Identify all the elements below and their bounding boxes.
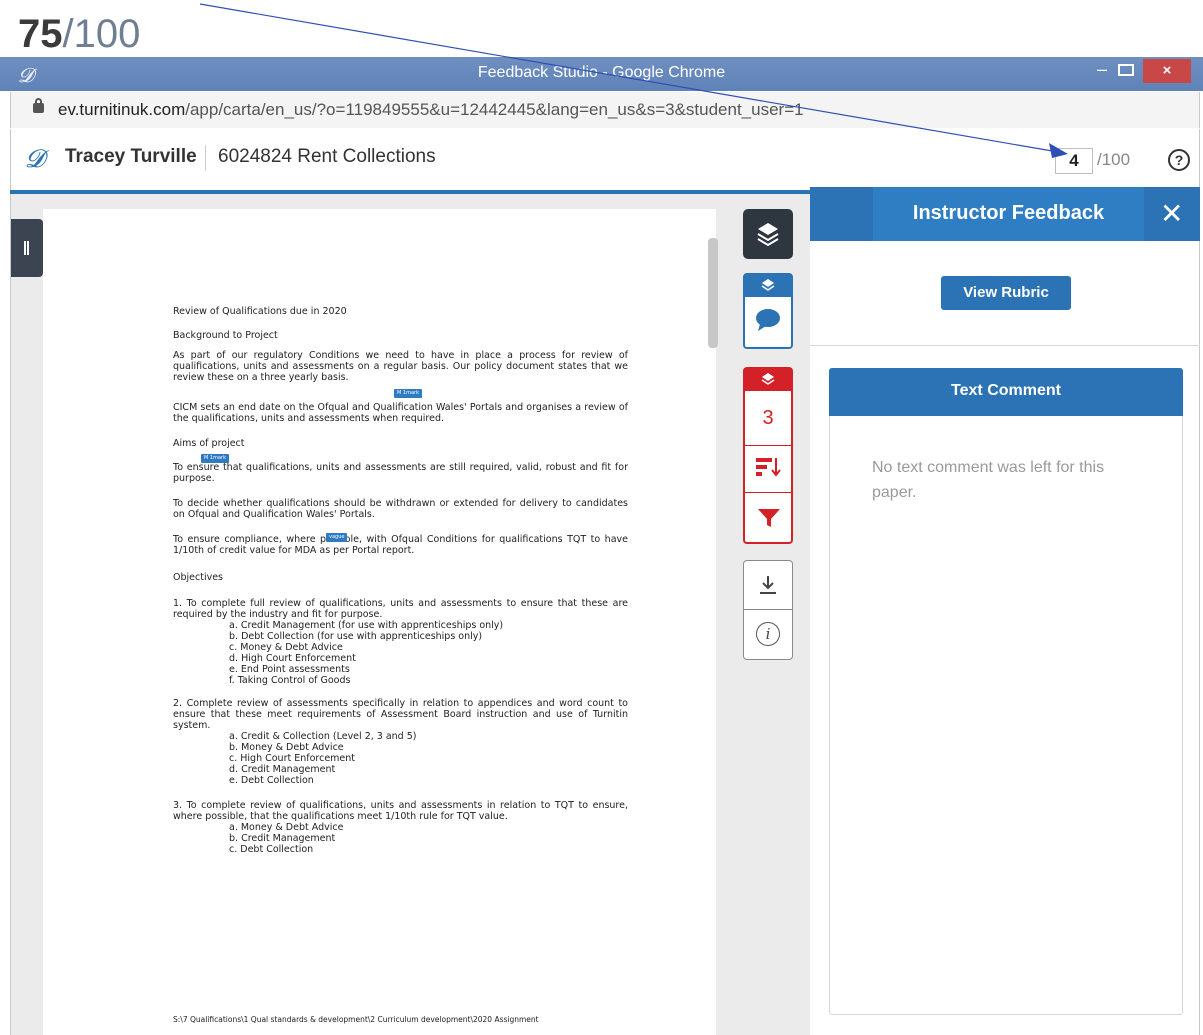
view-rubric-button[interactable]: View Rubric [941, 276, 1071, 310]
doc-sublist-item: b. Credit Management [229, 833, 336, 844]
doc-sublist-item: c. High Court Enforcement [229, 753, 356, 764]
quickmark-tag[interactable]: M 1mark [394, 389, 422, 398]
doc-paragraph: To ensure compliance, where possible, wi… [173, 534, 628, 556]
doc-sublist-item: d. High Court Enforcement [229, 653, 356, 664]
maximize-button[interactable] [1118, 64, 1134, 76]
quickmark-tag[interactable]: vague [326, 533, 348, 542]
similarity-layer-header[interactable] [745, 369, 791, 391]
doc-sublist-item: a. Money & Debt Advice [229, 822, 344, 833]
doc-sublist-item: e. End Point assessments [229, 664, 350, 675]
comment-icon[interactable] [755, 307, 781, 333]
layers-icon [757, 223, 779, 247]
filter-icon[interactable] [756, 505, 782, 531]
doc-sublist-item: b. Money & Debt Advice [229, 742, 344, 753]
download-icon[interactable] [756, 573, 780, 597]
minimize-button[interactable]: – [1092, 60, 1112, 82]
doc-heading-background: Background to Project [173, 330, 278, 341]
doc-list-item: 2. Complete review of assessments specif… [173, 698, 628, 731]
doc-sublist-item: c. Debt Collection [229, 844, 314, 855]
doc-sublist-item: e. Debt Collection [229, 775, 314, 786]
doc-heading-objectives: Objectives [173, 572, 223, 583]
doc-list-item: 3. To complete review of qualifications,… [173, 800, 628, 822]
doc-paragraph: As part of our regulatory Conditions we … [173, 350, 628, 383]
doc-heading-aims: Aims of project [173, 438, 245, 449]
close-icon[interactable]: ✕ [1160, 200, 1183, 228]
panel-divider [810, 345, 1200, 346]
doc-footer-path: S:\7 Qualifications\1 Qual standards & d… [173, 1015, 539, 1024]
text-comment-title: Text Comment [951, 382, 1061, 399]
similarity-layer-group[interactable] [743, 367, 793, 544]
score-annotation: 75/100 [18, 12, 141, 56]
sort-icon[interactable] [755, 454, 781, 480]
doc-paragraph: To decide whether qualifications should … [173, 498, 628, 520]
side-panel-toggle[interactable] [11, 219, 43, 277]
grade-max: /100 [1097, 150, 1131, 169]
document-page: Review of Qualifications due in 2020 Bac… [43, 209, 716, 1035]
feedback-panel-title: Instructor Feedback [912, 202, 1105, 224]
doc-list-item: 1. To complete full review of qualificat… [173, 598, 628, 620]
doc-title: Review of Qualifications due in 2020 [173, 306, 347, 317]
doc-paragraph: To ensure that qualifications, units and… [173, 462, 628, 484]
layers-button[interactable] [743, 209, 793, 259]
document-scrollbar[interactable] [708, 238, 718, 348]
window-close-button[interactable]: × [1143, 59, 1191, 83]
student-name: Tracey Turville [65, 146, 197, 167]
doc-sublist-item: d. Credit Management [229, 764, 336, 775]
text-comment-empty-message: No text comment was left for this paper. [872, 459, 1105, 501]
layers-icon [761, 373, 775, 385]
doc-paragraph: CICM sets an end date on the Ofqual and … [173, 402, 628, 424]
doc-sublist-item: a. Credit Management (for use with appre… [229, 620, 504, 631]
doc-sublist-item: a. Credit & Collection (Level 2, 3 and 5… [229, 731, 417, 742]
similarity-count: 3 [762, 407, 774, 429]
doc-sublist-item: f. Taking Control of Goods [229, 675, 351, 686]
help-icon[interactable]: ? [1168, 149, 1190, 171]
doc-sublist-item: c. Money & Debt Advice [229, 642, 343, 653]
paper-title: 6024824 Rent Collections [218, 146, 436, 167]
turnitin-logo-icon: 𝓓 [25, 144, 45, 173]
grading-layer-header[interactable] [745, 275, 791, 297]
grade-input[interactable]: 4 [1055, 148, 1093, 174]
header-divider [205, 145, 206, 171]
doc-sublist-item: b. Debt Collection (for use with apprent… [229, 631, 483, 642]
grading-layer-group[interactable] [743, 273, 793, 349]
window-title: Feedback Studio - Google Chrome [477, 64, 726, 81]
url-text[interactable]: ev.turnitinuk.com/app/carta/en_us/?o=119… [58, 100, 804, 120]
lock-icon [33, 98, 44, 113]
info-icon[interactable]: i [756, 622, 780, 646]
layers-icon [761, 279, 775, 291]
